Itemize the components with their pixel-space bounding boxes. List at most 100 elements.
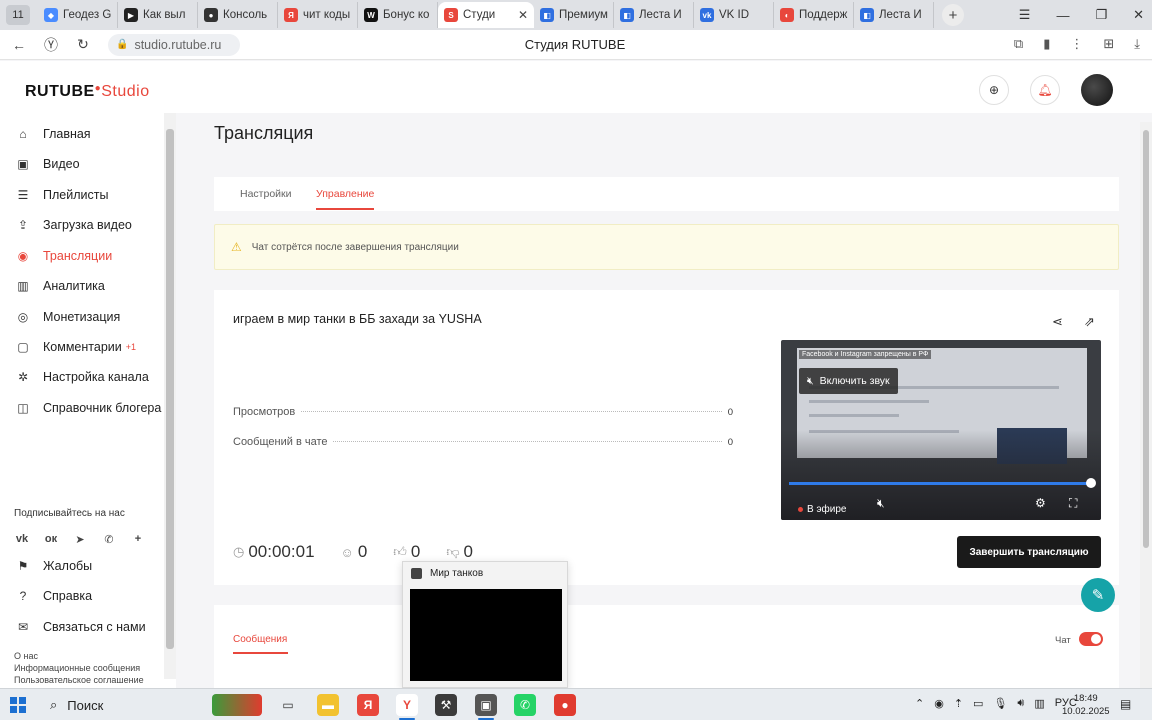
close-window-icon[interactable]: ✕ (1133, 7, 1144, 23)
download-icon[interactable]: ⤓ (1134, 36, 1140, 52)
browser-tab[interactable]: Ячит коды (278, 2, 358, 28)
whatsapp-icon[interactable]: ✆ (514, 694, 536, 716)
notifications-button[interactable]: 🔔︎ (1030, 75, 1060, 105)
rutube-studio-logo[interactable]: RUTUBE●Studio (25, 83, 150, 101)
footer-link[interactable]: Пользовательское соглашение (14, 675, 144, 685)
file-explorer-icon[interactable]: ▬ (317, 694, 339, 716)
minimize-icon[interactable]: — (1056, 8, 1069, 23)
browser-tab[interactable]: ◐ Поддерж (774, 2, 854, 28)
new-tab-button[interactable]: + (942, 4, 964, 26)
windows-start-icon[interactable] (10, 697, 26, 713)
chat-messages-value: 0 (727, 437, 733, 448)
browser-tab[interactable]: ▶ Как выл (118, 2, 198, 28)
browser-tab[interactable]: vk VK ID (694, 2, 774, 28)
game-app-icon[interactable]: ⚒ (435, 694, 457, 716)
more-icon[interactable]: ⋮ (1070, 36, 1083, 52)
network-icon[interactable]: ▥ (1034, 697, 1044, 710)
player-settings-icon[interactable]: ⚙ (1035, 496, 1046, 510)
sidebar-item[interactable]: ⇪ Загрузка видео (16, 218, 132, 232)
avatar[interactable] (1081, 74, 1113, 106)
sidebar-item[interactable]: ✲ Настройка канала (16, 370, 149, 384)
create-button[interactable]: ⊕ (979, 75, 1009, 105)
sidebar-item[interactable]: ☰ Плейлисты (16, 188, 109, 202)
sidebar-item[interactable]: ⌂ Главная (16, 127, 90, 141)
weather-widget-icon[interactable] (212, 694, 262, 716)
record-app-icon[interactable]: ● (554, 694, 576, 716)
microphone-icon[interactable]: 🎙︎ (993, 697, 1007, 710)
analytics-icon: ▥ (17, 279, 29, 293)
taskbar-clock[interactable]: 18:49 10.02.2025 (1062, 692, 1110, 718)
tab-settings[interactable]: Настройки (240, 188, 292, 200)
speaker-icon[interactable]: 🔊︎ (1017, 697, 1024, 710)
sidebar-bottom-item[interactable]: ? Справка (16, 589, 92, 603)
tray-display-icon[interactable]: ▭ (973, 697, 983, 710)
stream-player[interactable]: Facebook и Instagram запрещены в РФ 🔇︎ В… (781, 340, 1101, 520)
footer-link[interactable]: О нас (14, 651, 38, 661)
url-field[interactable]: 🔒 studio.rutube.ru (108, 33, 240, 56)
browser-tab[interactable]: ● Консоль (198, 2, 278, 28)
reload-icon[interactable]: ↻ (70, 36, 96, 53)
thumbs-up-icon: 👍︎ (393, 544, 407, 559)
taskbar-preview[interactable]: Мир танков (402, 561, 568, 688)
fullscreen-icon[interactable]: ⛶ (1069, 496, 1077, 511)
yandex-icon[interactable]: Y (396, 694, 418, 716)
volume-muted-icon[interactable]: 🔇︎ (877, 496, 885, 511)
end-stream-button[interactable]: Завершить трансляцию (957, 536, 1101, 568)
browser-tab-label: Бонус ко (383, 9, 430, 21)
browser-tab[interactable]: ◆ Геодез G (38, 2, 118, 28)
tabs-menu-icon[interactable]: ☰ (1019, 7, 1031, 23)
tanks-taskbar-icon[interactable]: ▣ (475, 694, 497, 716)
tray-chevron-icon[interactable]: ⌃ (915, 697, 924, 710)
sidebar-item[interactable]: ◫ Справочник блогера (16, 401, 161, 415)
taskbar-search[interactable]: ⌕ Поиск (40, 690, 200, 720)
sidebar-item[interactable]: ▢ Комментарии +1 (16, 340, 136, 354)
browser-tab[interactable]: ◧ Леста И (614, 2, 694, 28)
sidebar-item[interactable]: ▣ Видео (16, 157, 79, 171)
sidebar-bottom-item[interactable]: ✉ Связаться с нами (16, 620, 146, 634)
timer-value: 00:00:01 (248, 542, 315, 561)
extensions-icon[interactable]: ⧉ (1014, 36, 1023, 52)
vk-icon[interactable]: vk (14, 531, 30, 547)
player-progress[interactable] (789, 482, 1093, 485)
preview-thumbnail[interactable] (410, 589, 562, 681)
browser-tab[interactable]: W Бонус ко (358, 2, 438, 28)
browser-tab[interactable]: ◧ Премиум (534, 2, 614, 28)
page-scrollbar[interactable] (1140, 122, 1152, 720)
support-chat-button[interactable]: ✎ (1081, 578, 1115, 612)
share-icon[interactable]: ⋖ (1052, 314, 1063, 330)
tab-management[interactable]: Управление (316, 188, 375, 210)
sidebar-item[interactable]: ◎ Монетизация (16, 310, 121, 324)
chat-toggle[interactable] (1079, 632, 1103, 646)
bookmark-icon[interactable]: ▮ (1043, 36, 1050, 52)
yandex-browser-icon[interactable]: Я (357, 694, 379, 716)
restore-icon[interactable]: ❐ (1095, 7, 1107, 23)
tab-messages[interactable]: Сообщения (233, 634, 289, 654)
viewers-counter: ☺ 0 (341, 542, 368, 562)
viber-icon[interactable]: ✆ (101, 531, 117, 547)
sidebar-item[interactable]: ▥ Аналитика (16, 279, 105, 293)
task-view-icon[interactable]: ▭ (277, 694, 299, 716)
collections-icon[interactable]: ⊞ (1103, 36, 1114, 52)
tray-usb-icon[interactable]: ⇡ (954, 697, 963, 710)
footer-link[interactable]: Информационные сообщения (14, 663, 140, 673)
telegram-icon[interactable]: ➤ (72, 531, 88, 547)
page-scroll-thumb[interactable] (1143, 130, 1149, 548)
back-icon[interactable]: ← (6, 37, 32, 53)
tray-app-icon[interactable]: ◉ (934, 697, 944, 710)
sidebar-scroll-thumb[interactable] (166, 129, 174, 649)
plus-icon[interactable]: + (130, 531, 146, 547)
sidebar-item[interactable]: ◉ Трансляции (16, 249, 112, 263)
progress-knob[interactable] (1086, 478, 1096, 488)
sidebar-bottom-item[interactable]: ⚑ Жалобы (16, 559, 93, 573)
browser-tab[interactable]: ◧ Леста И (854, 2, 934, 28)
open-external-icon[interactable]: ⇗ (1084, 314, 1095, 330)
unmute-button[interactable]: 🔇︎ Включить звук (799, 368, 898, 394)
tab-close-icon[interactable]: ✕ (518, 8, 528, 22)
stream-counters: ◷ 00:00:01 ☺ 0 👍︎ 0 👎︎ 0 (233, 542, 499, 562)
browser-tab[interactable]: S Студи ✕ (438, 2, 534, 28)
yandex-icon[interactable]: Ⓨ (38, 35, 64, 55)
sidebar-scrollbar[interactable] (164, 113, 176, 679)
ok-icon[interactable]: ок (43, 531, 59, 547)
tab-counter[interactable]: 11 (6, 5, 30, 25)
notifications-icon[interactable]: ▤ (1120, 697, 1131, 711)
